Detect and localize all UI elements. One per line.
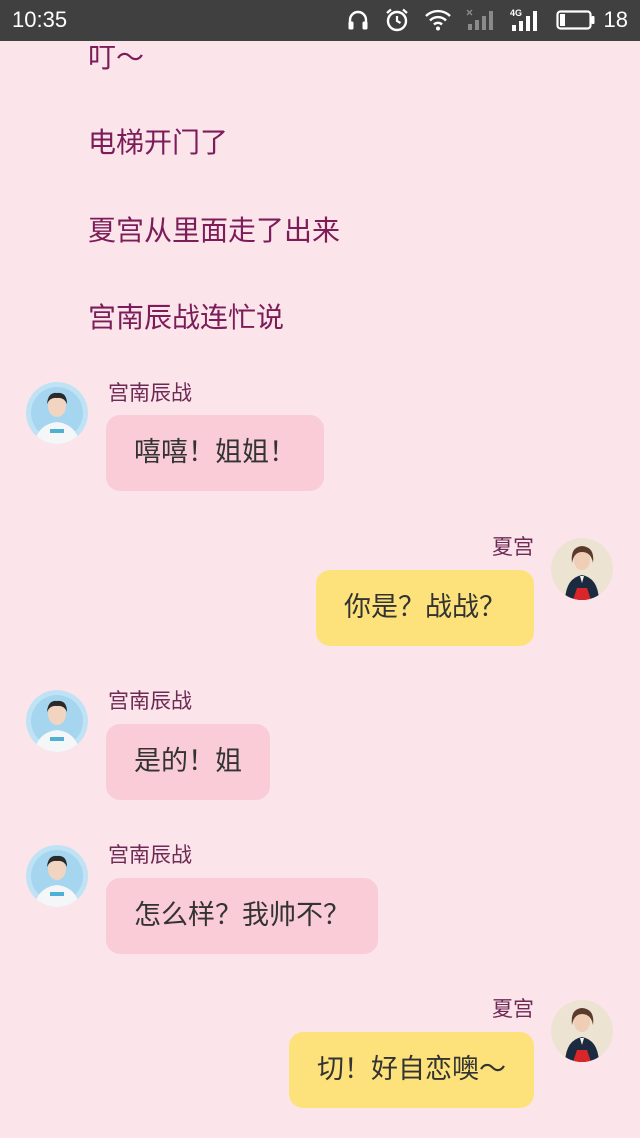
narration-line: 叮～ <box>88 41 145 74</box>
status-time: 10:35 <box>12 7 68 32</box>
avatar-gongnan-chenzhan[interactable] <box>26 382 88 444</box>
signal-weak-icon <box>466 8 496 32</box>
status-bar: 10:35 4G 18 <box>0 0 640 41</box>
avatar-gongnan-chenzhan[interactable] <box>26 845 88 907</box>
sender-name: 宫南辰战 <box>108 689 192 713</box>
network-type-label: 4G <box>510 8 522 18</box>
signal-4g-icon: 4G <box>510 7 542 33</box>
avatar-xiagong[interactable] <box>551 1000 613 1062</box>
narration-line: 宫南辰战连忙说 <box>88 301 285 334</box>
sender-name: 夏宫 <box>492 997 534 1021</box>
message-bubble[interactable]: 是的！姐 <box>106 724 270 800</box>
narration-line: 电梯开门了 <box>88 126 229 159</box>
battery-level: 18 <box>603 7 628 32</box>
wifi-icon <box>424 8 452 32</box>
battery-icon <box>555 9 596 31</box>
sender-name: 宫南辰战 <box>108 843 192 867</box>
battery-indicator: 18 <box>555 5 628 35</box>
message-bubble[interactable]: 切！好自恋噢～ <box>289 1032 534 1108</box>
alarm-icon <box>384 7 410 33</box>
sender-name: 宫南辰战 <box>108 381 192 405</box>
avatar-gongnan-chenzhan[interactable] <box>26 690 88 752</box>
narration-line: 夏宫从里面走了出来 <box>88 214 341 247</box>
headphones-icon <box>346 8 370 32</box>
avatar-xiagong[interactable] <box>551 538 613 600</box>
message-bubble[interactable]: 你是？战战？ <box>316 570 534 646</box>
message-bubble[interactable]: 嘻嘻！姐姐！ <box>106 415 324 491</box>
message-bubble[interactable]: 怎么样？我帅不？ <box>106 878 378 954</box>
status-icons: 4G 18 <box>346 5 628 35</box>
sender-name: 夏宫 <box>492 535 534 559</box>
